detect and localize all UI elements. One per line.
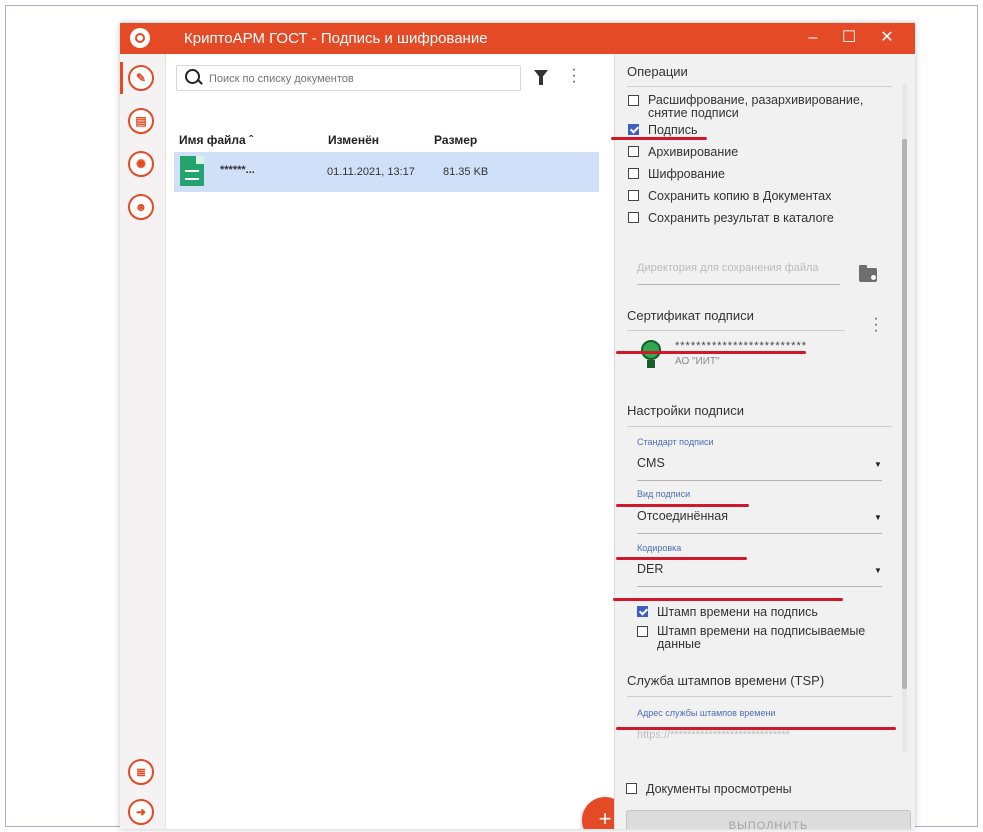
- annotation-underline: [616, 727, 896, 730]
- standard-select[interactable]: CMS: [637, 456, 665, 470]
- certificate-badge-icon: [641, 340, 661, 368]
- close-button[interactable]: ✕: [874, 27, 900, 49]
- filter-icon[interactable]: [534, 70, 548, 85]
- type-label: Вид подписи: [637, 489, 691, 499]
- file-modified: 01.11.2021, 13:17: [327, 166, 415, 178]
- search-icon: [185, 69, 200, 84]
- annotation-underline: [613, 598, 843, 601]
- document-icon[interactable]: ▤: [128, 108, 154, 134]
- field-underline: [637, 586, 882, 587]
- field-underline: [637, 533, 882, 534]
- option-decrypt[interactable]: Расшифрование, разархивирование, снятие …: [628, 94, 878, 120]
- sidebar-active-indicator: [120, 62, 123, 94]
- divider: [627, 330, 845, 331]
- option-sign[interactable]: Подпись: [628, 123, 697, 137]
- option-save-result[interactable]: Сохранить результат в каталоге: [628, 211, 834, 225]
- certificate-issuer: АО "ИИТ": [675, 356, 720, 367]
- tsp-address-input[interactable]: https://****************************: [637, 729, 790, 741]
- tsp-title: Служба штампов времени (TSP): [627, 673, 825, 688]
- documents-pane: ··· Имя файла ˆ Изменён Размер ******...…: [166, 54, 628, 829]
- scrollbar-thumb[interactable]: [902, 139, 907, 689]
- chevron-down-icon[interactable]: ▼: [874, 460, 882, 469]
- journal-icon[interactable]: ≣: [128, 759, 154, 785]
- title-bar: КриптоАРМ ГОСТ - Подпись и шифрование – …: [120, 23, 915, 54]
- app-logo-icon: [130, 28, 150, 48]
- divider: [627, 696, 892, 697]
- tsp-address-label: Адрес службы штампов времени: [637, 708, 776, 718]
- execute-button[interactable]: ВЫПОЛНИТЬ: [626, 810, 911, 829]
- annotation-underline: [616, 557, 747, 560]
- certificate-more-icon[interactable]: · · ·: [873, 311, 879, 339]
- chevron-down-icon[interactable]: ▼: [874, 566, 882, 575]
- sign-settings-title: Настройки подписи: [627, 403, 744, 418]
- certificate-icon[interactable]: ✺: [128, 151, 154, 177]
- scrollbar[interactable]: [902, 84, 907, 753]
- exit-icon[interactable]: ➜: [128, 799, 154, 825]
- sidebar: ✎ ▤ ✺ ☻ ≣ ➜: [120, 54, 166, 829]
- contacts-icon[interactable]: ☻: [128, 194, 154, 220]
- option-timestamp-data[interactable]: Штамп времени на подписываемые данные: [637, 625, 882, 651]
- file-icon: [180, 156, 204, 186]
- search-box[interactable]: [176, 65, 521, 91]
- checkbox-checked[interactable]: [628, 124, 639, 135]
- option-encrypt[interactable]: Шифрование: [628, 167, 725, 181]
- checkbox[interactable]: [628, 146, 639, 157]
- file-name: ******...: [220, 164, 255, 176]
- column-header-modified[interactable]: Изменён: [328, 133, 379, 147]
- checkbox[interactable]: [628, 190, 639, 201]
- chevron-down-icon[interactable]: ▼: [874, 513, 882, 522]
- option-save-copy[interactable]: Сохранить копию в Документах: [628, 189, 831, 203]
- operations-title: Операции: [627, 64, 688, 79]
- type-select[interactable]: Отсоединённая: [637, 509, 728, 523]
- checkbox[interactable]: [637, 626, 648, 637]
- annotation-underline: [616, 351, 806, 354]
- certificate-title: Сертификат подписи: [627, 308, 754, 323]
- annotation-underline: [616, 504, 749, 507]
- checkbox[interactable]: [628, 212, 639, 223]
- divider: [627, 426, 892, 427]
- option-docs-viewed[interactable]: Документы просмотрены: [626, 782, 792, 796]
- checkbox[interactable]: [628, 95, 639, 106]
- checkbox[interactable]: [626, 783, 637, 794]
- minimize-button[interactable]: –: [800, 27, 826, 49]
- option-archive[interactable]: Архивирование: [628, 145, 738, 159]
- column-header-size[interactable]: Размер: [434, 133, 477, 147]
- app-window: КриптоАРМ ГОСТ - Подпись и шифрование – …: [120, 23, 915, 829]
- maximize-button[interactable]: ☐: [836, 27, 862, 49]
- checkbox-checked[interactable]: [637, 606, 648, 617]
- search-input[interactable]: [207, 69, 511, 89]
- encoding-select[interactable]: DER: [637, 562, 663, 576]
- file-size: 81.35 KB: [443, 166, 489, 178]
- option-timestamp-sign[interactable]: Штамп времени на подпись: [637, 605, 818, 619]
- pen-sign-icon[interactable]: ✎: [128, 65, 154, 91]
- annotation-underline: [611, 137, 707, 140]
- more-options-icon[interactable]: · · ·: [571, 62, 577, 90]
- folder-icon[interactable]: [859, 265, 877, 282]
- field-underline: [637, 480, 882, 481]
- checkbox[interactable]: [628, 168, 639, 179]
- settings-panel: Операции Расшифрование, разархивирование…: [614, 54, 915, 829]
- directory-input[interactable]: Директория для сохранения файла: [637, 262, 840, 285]
- standard-label: Стандарт подписи: [637, 437, 714, 447]
- divider: [627, 86, 892, 87]
- encoding-label: Кодировка: [637, 543, 682, 553]
- column-header-name[interactable]: Имя файла ˆ: [179, 133, 253, 147]
- window-title: КриптоАРМ ГОСТ - Подпись и шифрование: [184, 30, 488, 47]
- table-row[interactable]: ******... 01.11.2021, 13:17 81.35 KB: [174, 152, 599, 192]
